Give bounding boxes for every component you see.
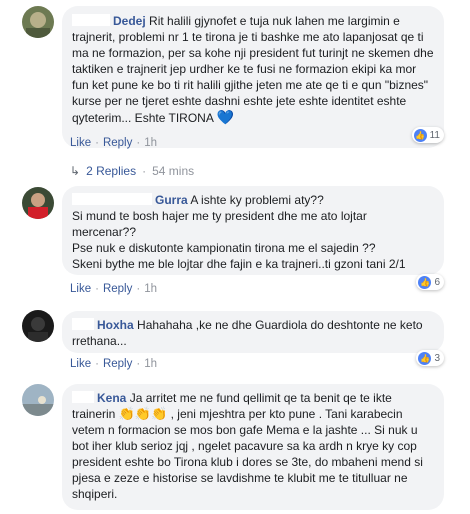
separator-dot: · [136, 137, 141, 149]
reply-button[interactable]: Reply [103, 283, 132, 295]
like-button[interactable]: Like [70, 358, 91, 370]
separator-dot: · [136, 283, 141, 295]
like-icon: 👍 [413, 128, 427, 142]
name-redaction [72, 318, 94, 330]
replies-time: 54 mins [152, 164, 195, 178]
comment-bubble: Gurra A ishte ky problemi aty?? Si mund … [62, 186, 444, 275]
comment-text: Rit halili gjynofet e tuja nuk lahen me … [72, 14, 434, 125]
clapping-hands-icon: 👏👏👏 [118, 406, 168, 421]
avatar-image [22, 310, 54, 342]
replies-link[interactable]: 2 Replies [86, 164, 136, 178]
commenter-name[interactable]: Gurra [155, 193, 188, 207]
reactions-badge[interactable]: 👍 6 [416, 274, 444, 290]
like-button[interactable]: Like [70, 283, 91, 295]
like-icon: 👍 [418, 275, 432, 289]
separator-dot: · [95, 137, 99, 149]
reply-arrow-icon: ↳ [70, 164, 81, 178]
comment-bubble: Dedej Rit halili gjynofet e tuja nuk lah… [62, 6, 444, 148]
name-redaction [72, 391, 94, 403]
comment-bubble: Hoxha Hahahaha ,ke ne dhe Guardiola do d… [62, 311, 444, 353]
reactions-badge[interactable]: 👍 3 [416, 350, 444, 366]
timestamp[interactable]: 1h [144, 283, 157, 295]
avatar[interactable] [22, 187, 54, 219]
name-redaction [72, 193, 152, 205]
comment-actions: Like · Reply · 1h [70, 358, 157, 370]
separator-dot: · [95, 358, 99, 370]
reaction-count: 3 [434, 352, 440, 364]
comment-line: Pse nuk e diskutonte kampionatin tirona … [72, 241, 376, 255]
reply-button[interactable]: Reply [103, 358, 132, 370]
avatar-image [22, 384, 54, 416]
comment-actions: Like · Reply · 1h [70, 137, 157, 149]
reaction-count: 11 [429, 129, 440, 141]
reply-button[interactable]: Reply [103, 137, 132, 149]
reactions-badge[interactable]: 👍 11 [411, 127, 444, 143]
like-button[interactable]: Like [70, 137, 91, 149]
comment-line: Si mund te bosh hajer me ty president dh… [72, 209, 367, 239]
commenter-name[interactable]: Kena [97, 391, 126, 405]
separator-dot: · [136, 358, 141, 370]
view-replies[interactable]: ↳ 2 Replies · 54 mins [70, 164, 194, 178]
avatar-image [22, 187, 54, 219]
comment-bubble: Kena Ja arritet me ne fund qellimit qe t… [62, 384, 444, 510]
avatar[interactable] [22, 6, 54, 38]
timestamp[interactable]: 1h [144, 137, 157, 149]
comment-line: Skeni bythe me ble lojtar dhe fajin e ka… [72, 257, 406, 271]
comment-line: A ishte ky problemi aty?? [190, 193, 324, 207]
avatar[interactable] [22, 384, 54, 416]
comment-text: , jeni mjeshtra per kto pune . Tani kara… [72, 407, 423, 501]
avatar[interactable] [22, 310, 54, 342]
separator-dot: · [142, 164, 147, 178]
separator-dot: · [95, 283, 99, 295]
comment-actions: Like · Reply · 1h [70, 283, 157, 295]
name-redaction [72, 14, 110, 26]
timestamp[interactable]: 1h [144, 358, 157, 370]
reaction-count: 6 [434, 276, 440, 288]
blue-heart-icon: 💙 [216, 109, 234, 125]
commenter-name[interactable]: Dedej [113, 14, 146, 28]
commenter-name[interactable]: Hoxha [97, 318, 134, 332]
avatar-image [22, 6, 54, 38]
like-icon: 👍 [418, 351, 432, 365]
